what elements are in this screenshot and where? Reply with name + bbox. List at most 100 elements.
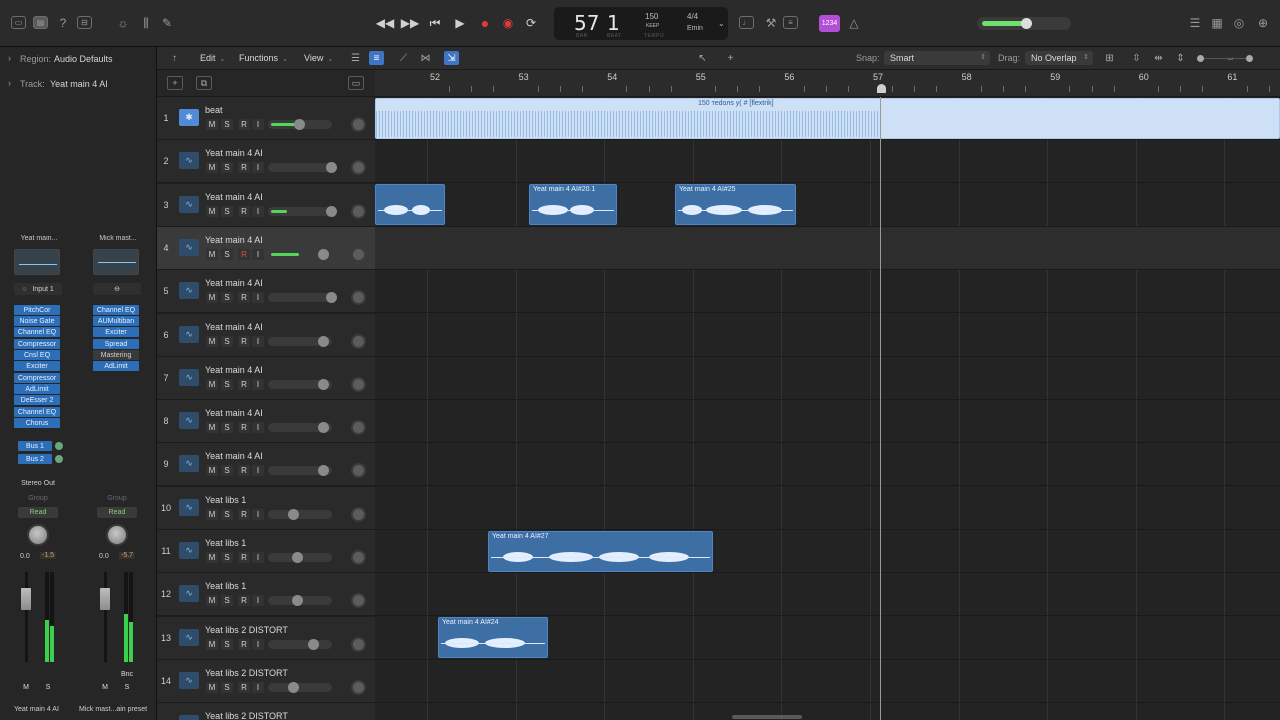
toolbar-icon[interactable]: ⊟ [77,16,92,29]
mute-button[interactable]: M [206,162,218,174]
snap-dropdown[interactable]: Smart ⇕ [884,51,990,65]
pan-knob[interactable] [351,463,366,479]
track-volume-slider[interactable] [268,638,332,650]
plugin-slot[interactable]: Compressor [14,373,60,383]
master-volume-slider[interactable] [977,17,1071,30]
horizontal-scrollbar[interactable] [732,715,802,719]
track-name[interactable]: Yeat libs 2 DISTORT [205,711,288,720]
chevron-down-icon[interactable]: ⌄ [718,19,725,28]
playhead-handle[interactable] [877,84,886,93]
solo-button[interactable]: S [221,205,233,217]
track-name[interactable]: Yeat main 4 AI [205,408,263,418]
track-volume-slider[interactable] [268,292,337,304]
record-enable-button[interactable]: R [238,205,250,217]
track-lane[interactable] [375,573,1280,617]
waveform-icon[interactable]: ∿ [179,412,199,430]
mute-button[interactable]: M [206,335,218,347]
plugin-slot[interactable]: AdLimit [93,361,139,371]
track-header[interactable]: 4 ∿ Yeat main 4 AI M S R I [157,226,375,270]
track-lane[interactable] [375,270,1280,314]
record-enable-button[interactable]: R [238,681,250,693]
track-volume-slider[interactable] [268,162,337,174]
input-monitor-button[interactable]: I [252,119,264,130]
track-name[interactable]: Yeat libs 2 DISTORT [205,625,288,635]
waveform-icon[interactable]: ∿ [179,542,199,559]
solo-button[interactable]: S [221,335,233,347]
pan-knob[interactable] [106,524,128,546]
track-name[interactable]: beat [205,105,223,115]
track-header[interactable]: 5 ∿ Yeat main 4 AI M S R I [157,270,375,314]
input-monitor-button[interactable]: I [252,638,264,650]
record-enable-button[interactable]: R [238,422,250,434]
mute-button[interactable]: M [206,422,218,434]
mute-button[interactable]: M [206,292,218,304]
pan-knob[interactable] [351,376,366,392]
track-lane[interactable] [375,703,1280,720]
solo-button[interactable]: S [42,682,54,692]
mute-button[interactable]: M [206,508,218,520]
plugin-slot[interactable]: AdLimit [14,384,60,394]
waveform-icon[interactable]: ∿ [179,585,199,603]
fast-forward-button[interactable]: ▶▶ [400,13,420,33]
solo-button[interactable]: S [221,162,233,174]
record-enable-button[interactable]: R [238,378,250,390]
track-name[interactable]: Yeat libs 2 DISTORT [205,668,288,678]
track-volume-slider[interactable] [268,205,337,217]
audio-region[interactable]: Yeat main 4 AI#20.1 [529,184,617,225]
group-slot[interactable]: Group [93,495,141,502]
browser-icon[interactable]: ⊕ [1254,14,1272,32]
plugin-slot[interactable]: DeEsser 2 [14,395,60,405]
record-enable-button[interactable]: R [238,248,250,260]
input-monitor-button[interactable]: I [252,681,264,693]
input-monitor-button[interactable]: I [252,595,264,607]
track-volume-slider[interactable] [268,248,332,260]
pan-knob[interactable] [351,246,366,262]
waveform-icon[interactable]: ∿ [179,282,199,300]
plugin-slot[interactable]: Mastering [93,350,139,360]
rewind-button[interactable]: ◀◀ [375,13,395,33]
waveform-icon[interactable]: ∿ [179,368,199,386]
track-lane[interactable] [375,660,1280,703]
waveform-icon[interactable]: ∿ [179,152,199,170]
record-enable-button[interactable]: R [238,638,250,650]
send-level-knob[interactable] [55,455,63,463]
plugin-slot[interactable]: PitchCor [14,305,60,315]
track-lane[interactable] [375,226,1280,270]
input-monitor-button[interactable]: I [252,552,264,563]
notepad-icon[interactable]: ≡ [783,16,798,29]
track-view-icon[interactable]: ≡ [369,51,384,65]
count-in-button[interactable]: 1234 [819,15,840,32]
list-view-icon[interactable]: ☰ [348,51,363,65]
track-name[interactable]: Yeat main 4 AI [205,451,263,461]
track-volume-slider[interactable] [268,465,332,477]
volume-knob[interactable] [318,335,329,347]
send-slot[interactable]: Bus 2 [18,454,52,464]
automation-icon[interactable]: ⟋ [396,51,411,65]
track-lane[interactable] [375,357,1280,400]
bounce-button[interactable]: Bnc [121,669,133,679]
track-header[interactable]: 13 ∿ Yeat libs 2 DISTORT M S R I [157,616,375,660]
audio-region[interactable]: Yeat main 4 AI#27 [488,531,713,572]
pan-knob[interactable] [351,160,366,176]
mute-button[interactable]: M [206,248,218,260]
input-monitor-button[interactable]: I [252,422,264,434]
volume-knob[interactable] [308,638,319,650]
track-name[interactable]: Yeat libs 1 [205,495,246,505]
mute-button[interactable]: M [206,378,218,390]
metronome-icon[interactable]: △ [845,14,863,32]
waveform-icon[interactable]: ∿ [179,671,199,689]
plugin-slot[interactable]: Compressor [14,339,60,349]
record-button[interactable]: ● [475,13,495,33]
pan-knob[interactable] [351,550,366,565]
track-volume-slider[interactable] [268,681,332,693]
plugin-slot[interactable]: Channel EQ [14,327,60,337]
track-lane[interactable] [375,140,1280,184]
track-header[interactable]: 1 ✱ beat M S R I [157,97,375,140]
track-name[interactable]: Yeat main 4 AI [205,235,263,245]
input-monitor-button[interactable]: I [252,205,264,217]
record-enable-button[interactable]: R [238,465,250,477]
track-header[interactable]: 6 ∿ Yeat main 4 AI M S R I [157,313,375,357]
solo-button[interactable]: S [221,292,233,304]
track-name[interactable]: Yeat libs 1 [205,581,246,591]
volume-knob[interactable] [288,508,299,520]
